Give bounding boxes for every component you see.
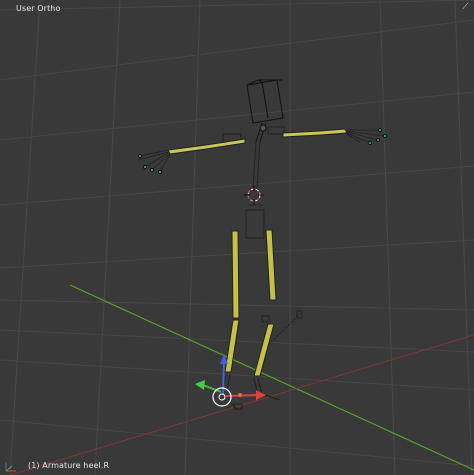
3d-cursor[interactable]: [244, 185, 264, 205]
gizmo-z-axis[interactable]: [222, 361, 225, 396]
arm-left[interactable]: [137, 138, 246, 175]
3d-viewport[interactable]: User Ortho ⟋ (1) Armature heel.R: [0, 0, 474, 475]
arm-right[interactable]: [282, 127, 388, 146]
viewport-scene[interactable]: [0, 0, 474, 475]
leg-right[interactable]: [253, 229, 277, 396]
gizmo-center[interactable]: [212, 387, 232, 407]
split-corner-icon[interactable]: ⟋: [461, 3, 470, 12]
spine-bones[interactable]: [222, 122, 285, 189]
armature[interactable]: [137, 79, 388, 411]
axis-orientation-icon: [5, 462, 16, 472]
hip-bone[interactable]: [245, 204, 265, 239]
gizmo-y-arrow[interactable]: [195, 380, 205, 390]
selected-object-label: (1) Armature heel.R: [28, 461, 110, 470]
head-bone[interactable]: [246, 79, 284, 124]
x-axis-line: [69, 284, 474, 471]
view-label: User Ortho: [16, 4, 61, 13]
